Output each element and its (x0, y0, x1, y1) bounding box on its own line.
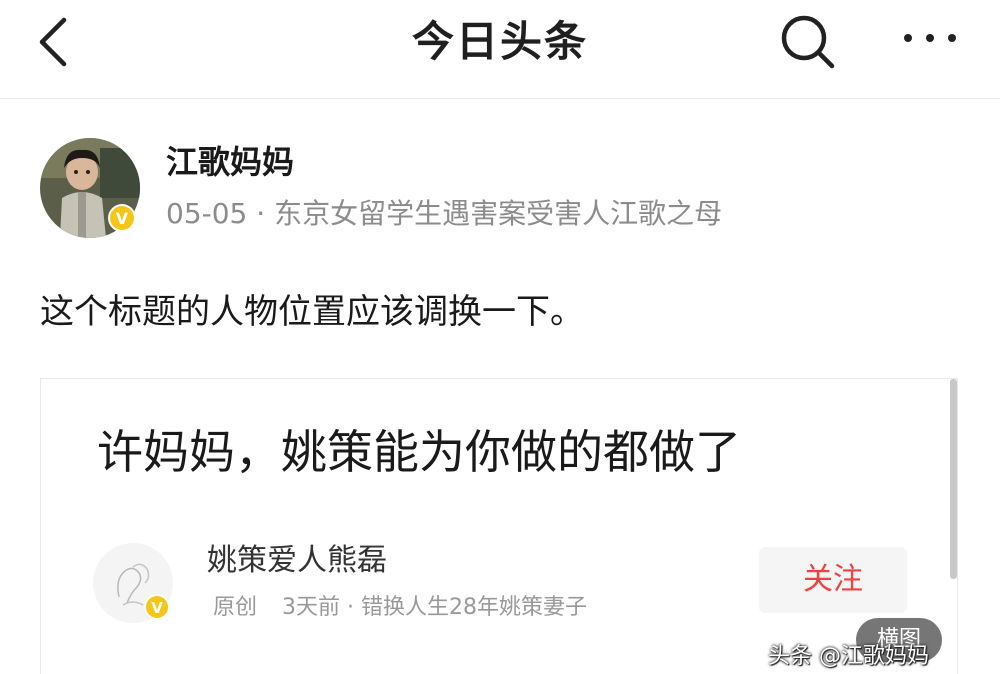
author-description: 东京女留学生遇害案受害人江歌之母 (274, 197, 723, 230)
shared-verified-badge-text: V (151, 599, 163, 617)
shared-article-title[interactable]: 许妈妈，姚策能为你做的都做了 (97, 417, 741, 487)
author-avatar[interactable]: V (40, 138, 140, 238)
author-name[interactable]: 江歌妈妈 (166, 140, 294, 184)
page: 今日头条 V 江歌妈妈 05-05 · 东京女留学生遇害案受害人江歌之母 这个标… (0, 0, 1000, 674)
shared-author-meta: 原创 3天前 · 错换人生28年姚策妻子 (213, 591, 587, 625)
more-dots-icon (904, 34, 956, 42)
app-title: 今日头条 (411, 17, 588, 66)
follow-button[interactable]: 关注 (759, 547, 907, 613)
more-options-button[interactable] (898, 16, 962, 60)
post-date: 05-05 (166, 197, 248, 230)
avatar-illustration-icon: V (40, 138, 140, 238)
top-navigation-bar: 今日头条 (0, 0, 1000, 99)
meta-separator: · (256, 197, 266, 230)
shared-author-description: 错换人生28年姚策妻子 (361, 595, 588, 620)
shared-post-time: 3天前 (282, 595, 341, 620)
shared-author-name[interactable]: 姚策爱人熊磊 (207, 539, 387, 583)
shared-author-avatar[interactable]: V (93, 543, 173, 623)
shared-meta-separator: · (347, 595, 355, 620)
author-meta: 05-05 · 东京女留学生遇害案受害人江歌之母 (166, 194, 722, 234)
verified-badge-text: V (116, 209, 129, 228)
card-scrollbar[interactable] (950, 379, 957, 579)
sketch-avatar-icon: V (93, 543, 173, 623)
watermark: 头条 @江歌妈妈 (768, 644, 929, 669)
search-icon (781, 15, 835, 69)
original-label: 原创 (213, 595, 258, 620)
post-text: 这个标题的人物位置应该调换一下。 (40, 292, 584, 332)
search-button[interactable] (776, 10, 840, 74)
shared-article-card[interactable]: 许妈妈，姚策能为你做的都做了 V 姚策爱人熊磊 原创 3天前 · 错换人生28年… (40, 378, 958, 674)
